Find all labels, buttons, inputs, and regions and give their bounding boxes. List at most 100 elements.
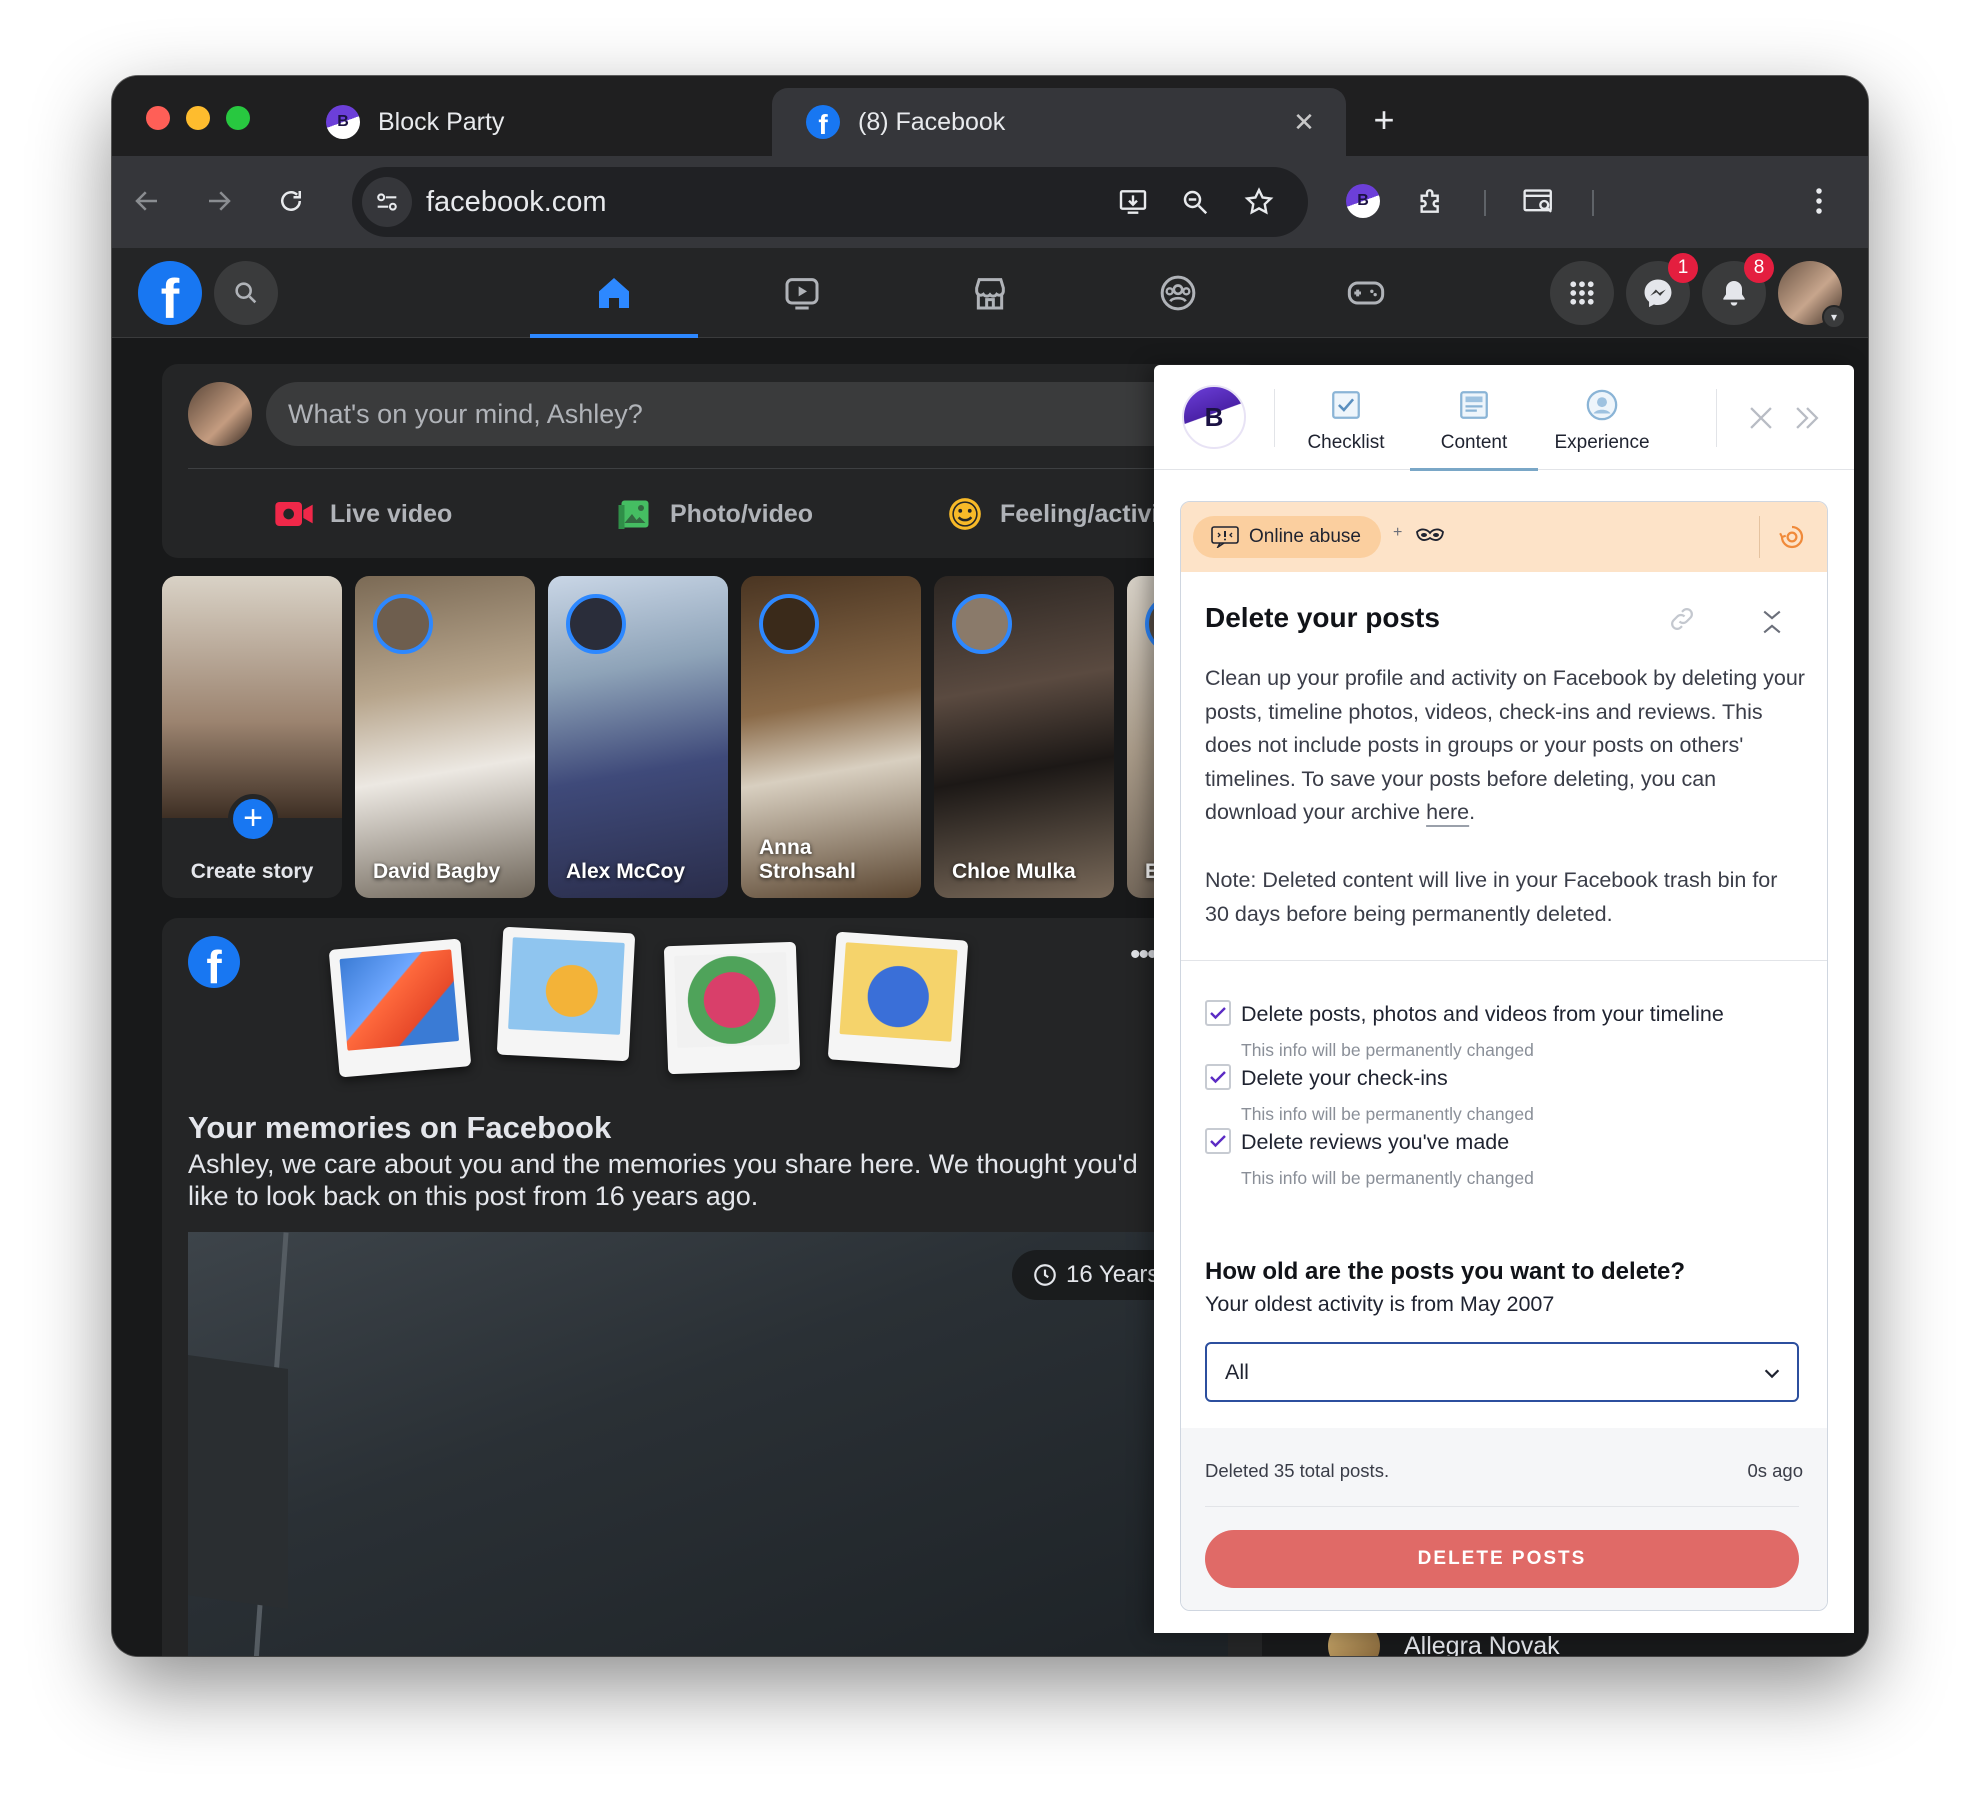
tab-checklist[interactable]: Checklist bbox=[1282, 365, 1410, 470]
forward-button[interactable] bbox=[194, 176, 244, 226]
account-avatar[interactable]: ▾ bbox=[1778, 261, 1846, 329]
experience-icon bbox=[1586, 389, 1618, 421]
story-card[interactable]: David Bagby bbox=[355, 576, 535, 898]
block-party-extension-icon[interactable]: B bbox=[1338, 176, 1388, 226]
memories-title: Your memories on Facebook bbox=[188, 1110, 612, 1145]
address-bar[interactable]: facebook.com bbox=[352, 167, 1308, 237]
back-button[interactable] bbox=[122, 176, 172, 226]
plus-text: + bbox=[1393, 524, 1403, 541]
age-select[interactable]: All bbox=[1205, 1342, 1799, 1402]
memory-photo[interactable]: 16 Years A bbox=[188, 1232, 1228, 1656]
card-title: Delete your posts bbox=[1205, 602, 1440, 633]
memories-description: Ashley, we care about you and the memori… bbox=[188, 1149, 1138, 1211]
copy-link-button[interactable] bbox=[1667, 604, 1697, 639]
status-time: 0s ago bbox=[1747, 1460, 1803, 1481]
site-settings-icon[interactable] bbox=[362, 177, 412, 227]
plus-icon: + bbox=[228, 794, 278, 844]
checkmark-icon bbox=[1210, 1071, 1226, 1084]
divider bbox=[1181, 960, 1827, 961]
install-app-icon[interactable] bbox=[1108, 177, 1158, 227]
toolbar-separator bbox=[1592, 190, 1594, 216]
maximize-window-button[interactable] bbox=[226, 106, 250, 130]
checkbox[interactable] bbox=[1205, 1000, 1231, 1026]
nav-marketplace[interactable] bbox=[906, 248, 1074, 338]
story-card[interactable]: Chloe Mulka bbox=[934, 576, 1114, 898]
card-description: Clean up your profile and activity on Fa… bbox=[1205, 666, 1805, 824]
messenger-button[interactable]: 1 bbox=[1626, 253, 1698, 325]
feeling-activity-button[interactable]: Feeling/activit bbox=[946, 486, 1167, 542]
collapse-card-button[interactable] bbox=[1759, 606, 1785, 643]
tab-facebook[interactable]: f (8) Facebook ✕ bbox=[772, 88, 1346, 156]
option-label: Delete reviews you've made bbox=[1241, 1130, 1510, 1154]
nav-groups[interactable] bbox=[1094, 248, 1262, 338]
zoom-icon[interactable] bbox=[1170, 177, 1220, 227]
side-panel-search-icon[interactable] bbox=[1514, 176, 1564, 226]
bookmark-star-icon[interactable] bbox=[1234, 177, 1284, 227]
age-question: How old are the posts you want to delete… bbox=[1205, 1258, 1686, 1285]
menu-button[interactable] bbox=[1550, 261, 1614, 325]
more-options-icon[interactable]: ••• bbox=[1130, 938, 1157, 972]
nav-home[interactable] bbox=[530, 248, 698, 338]
avatar[interactable] bbox=[188, 382, 252, 446]
age-question-sub: Your oldest activity is from May 2007 bbox=[1205, 1292, 1555, 1316]
toolbar-separator bbox=[1484, 190, 1486, 216]
card-note: Note: Deleted content will live in your … bbox=[1205, 868, 1778, 926]
tab-experience[interactable]: Experience bbox=[1538, 365, 1666, 470]
category-label: Online abuse bbox=[1249, 526, 1361, 547]
checkbox[interactable] bbox=[1205, 1064, 1231, 1090]
select-value: All bbox=[1225, 1359, 1249, 1384]
story-card[interactable]: Anna Strohsahl bbox=[741, 576, 921, 898]
reload-button[interactable] bbox=[266, 176, 316, 226]
avatar bbox=[952, 594, 1012, 654]
checkbox[interactable] bbox=[1205, 1128, 1231, 1154]
tab-title: Block Party bbox=[378, 107, 505, 136]
reload-icon bbox=[281, 191, 301, 211]
double-chevron-right-icon bbox=[1796, 407, 1819, 429]
nav-gaming[interactable] bbox=[1282, 248, 1450, 338]
tab-content[interactable]: Content bbox=[1410, 365, 1538, 471]
new-tab-button[interactable]: + bbox=[1360, 96, 1408, 144]
swirl-icon bbox=[1779, 525, 1804, 549]
contact-name: Allegra Novak bbox=[1404, 1631, 1560, 1657]
photo-video-button[interactable]: Photo/video bbox=[616, 486, 813, 542]
clock-icon bbox=[1034, 1264, 1056, 1286]
messenger-icon bbox=[1644, 279, 1672, 308]
tab-label: Experience bbox=[1554, 432, 1650, 453]
close-window-button[interactable] bbox=[146, 106, 170, 130]
extensions-puzzle-icon[interactable] bbox=[1406, 176, 1456, 226]
panel-header: B Checklist Content Experience bbox=[1154, 365, 1854, 471]
groups-icon bbox=[1160, 275, 1196, 311]
browser-toolbar: facebook.com B bbox=[112, 156, 1868, 248]
category-bar: Online abuse + bbox=[1181, 502, 1827, 572]
archive-link[interactable]: here bbox=[1426, 800, 1469, 824]
story-name: Anna Strohsahl bbox=[759, 836, 856, 883]
facebook-logo[interactable]: f bbox=[138, 261, 202, 325]
story-card[interactable]: Alex McCoy bbox=[548, 576, 728, 898]
mask-icon bbox=[1416, 528, 1444, 541]
browser-menu-icon[interactable] bbox=[1794, 176, 1844, 226]
option-sublabel: This info will be permanently changed bbox=[1241, 1104, 1534, 1124]
notifications-button[interactable]: 8 bbox=[1702, 253, 1774, 325]
facebook-search-button[interactable] bbox=[214, 261, 278, 325]
live-video-button[interactable]: Live video bbox=[274, 486, 452, 542]
photo-video-label: Photo/video bbox=[670, 499, 814, 528]
create-story-card[interactable]: + Create story bbox=[162, 576, 342, 898]
option-sublabel: This info will be permanently changed bbox=[1241, 1168, 1534, 1188]
minimize-window-button[interactable] bbox=[186, 106, 210, 130]
composer-input[interactable]: What's on your mind, Ashley? bbox=[266, 382, 1246, 446]
story-name: Alex McCoy bbox=[566, 860, 686, 883]
checkmark-icon bbox=[1210, 1135, 1226, 1148]
chevron-collapse-icon bbox=[1763, 610, 1781, 634]
billboard-shape bbox=[188, 1354, 288, 1610]
close-panel-button[interactable] bbox=[1744, 401, 1778, 435]
memory-coffee-illustration bbox=[827, 931, 969, 1069]
tab-close-icon[interactable]: ✕ bbox=[1284, 107, 1324, 138]
nav-video[interactable] bbox=[718, 248, 886, 338]
delete-posts-button[interactable]: DELETE POSTS bbox=[1205, 1530, 1799, 1588]
story-name: Chloe Mulka bbox=[952, 860, 1076, 883]
collapse-panel-button[interactable] bbox=[1790, 401, 1824, 435]
memory-flower-illustration bbox=[663, 941, 801, 1075]
category-chip: Online abuse bbox=[1193, 516, 1381, 558]
online-abuse-icon bbox=[1211, 526, 1239, 548]
category-separator bbox=[1759, 516, 1760, 558]
